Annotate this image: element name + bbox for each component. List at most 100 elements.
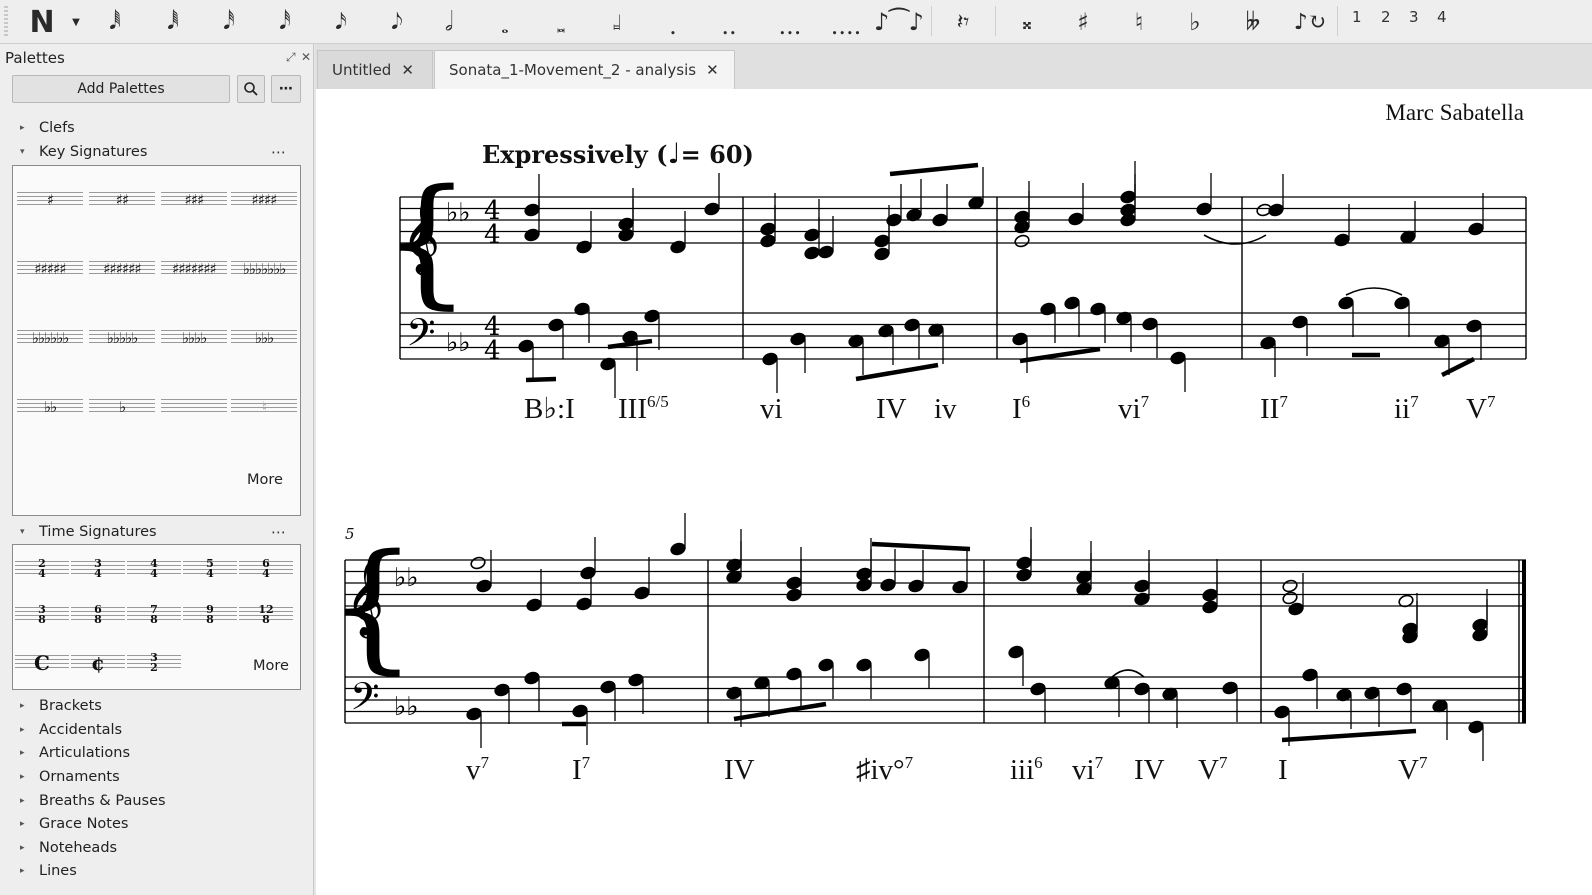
key-signature-cell[interactable]: ♯♯♯♯♯	[17, 239, 83, 299]
voice-4-button[interactable]: 4	[1437, 8, 1447, 26]
time-signature-denominator: 2	[150, 661, 158, 674]
beam	[1440, 356, 1476, 378]
time-signature-cell[interactable]: C	[15, 641, 69, 685]
figured-bass-superscript: 7	[1410, 392, 1419, 411]
palette-noteheads[interactable]: ▸ Noteheads	[20, 837, 117, 859]
double-dot-icon[interactable]: ..	[712, 4, 746, 40]
score-canvas[interactable]: {𝄞 𝄢 ♭♭ ♭♭ 4 4 4 4{𝄞 𝄢 ♭♭ ♭♭ Marc Sabatella Expres…	[316, 89, 1592, 895]
key-signature-cell[interactable]: ♭	[89, 377, 155, 437]
duration-half-icon[interactable]: 𝅗𝅥	[432, 4, 466, 40]
key-signature-cell[interactable]: ♭♭♭♭	[161, 308, 227, 368]
duration-128th-icon[interactable]: 𝅘𝅥𝅰	[268, 4, 302, 40]
duration-512th-icon[interactable]: 𝅘𝅥𝅱	[156, 4, 190, 40]
key-signature-cell[interactable]: ♯♯	[89, 170, 155, 230]
palette-breaths-pauses[interactable]: ▸ Breaths & Pauses	[20, 790, 166, 812]
score-page[interactable]: {𝄞𝄢♭♭♭♭4444{𝄞𝄢♭♭♭♭ Marc Sabatella Expres…	[316, 89, 1592, 895]
palette-lines[interactable]: ▸ Lines	[20, 860, 77, 882]
close-icon[interactable]: ✕	[301, 50, 311, 64]
palette-clefs[interactable]: ▸ Clefs	[20, 117, 75, 139]
voice-1-button[interactable]: 1	[1352, 8, 1362, 26]
notehead	[786, 576, 802, 590]
close-icon[interactable]: ✕	[706, 61, 719, 79]
palette-articulations[interactable]: ▸ Articulations	[20, 742, 130, 764]
key-signature-cell[interactable]: ♯♯♯♯♯♯	[89, 239, 155, 299]
augmentation-dot-icon[interactable]: .	[656, 4, 690, 40]
time-signature-cell[interactable]: 68	[71, 593, 125, 637]
sharp-icon[interactable]: ♯	[1066, 4, 1100, 40]
palette-ornaments[interactable]: ▸ Ornaments	[20, 766, 120, 788]
triple-dot-icon[interactable]: ...	[770, 4, 810, 40]
time-signature-cell[interactable]: 78	[127, 593, 181, 637]
time-signature-cell[interactable]: 44	[127, 547, 181, 591]
palette-menu-button[interactable]: ⋯	[271, 523, 286, 541]
natural-icon[interactable]: ♮	[1122, 4, 1156, 40]
key-signature-cell[interactable]: ♭♭	[17, 377, 83, 437]
voice-3-button[interactable]: 3	[1409, 8, 1419, 26]
tempo-text[interactable]: Expressively (♩= 60)	[482, 137, 754, 170]
time-signatures-more-button[interactable]: More	[253, 658, 289, 674]
key-signature-cell[interactable]: ♭♭♭♭♭♭	[17, 308, 83, 368]
time-signature-cell[interactable]: 24	[15, 547, 69, 591]
voice-2-button[interactable]: 2	[1381, 8, 1391, 26]
duration-breve-icon[interactable]: 𝅜	[544, 4, 578, 40]
palette-brackets[interactable]: ▸ Brackets	[20, 695, 102, 717]
composer-text[interactable]: Marc Sabatella	[1385, 100, 1524, 125]
key-signature-cell[interactable]: ♯♯♯	[161, 170, 227, 230]
roman-numeral-base: iii	[1010, 754, 1034, 786]
duration-whole-icon[interactable]: 𝅝	[488, 4, 522, 40]
tab-untitled[interactable]: Untitled ✕	[317, 50, 433, 89]
toolbar-grip[interactable]	[4, 6, 8, 36]
duration-32nd-icon[interactable]: 𝅘𝅥𝅮	[380, 4, 414, 40]
palette-accidentals[interactable]: ▸ Accidentals	[20, 719, 122, 741]
time-signature-cell[interactable]: 54	[183, 547, 237, 591]
double-sharp-icon[interactable]: 𝄪	[1010, 4, 1044, 40]
notehead	[1142, 317, 1158, 331]
key-signature-cell[interactable]: ♭♭♭♭♭♭♭	[231, 239, 297, 299]
palette-key-signatures[interactable]: ▾ Key Signatures ⋯	[20, 141, 302, 163]
time-signature-cell[interactable]: 64	[239, 547, 293, 591]
roman-numeral: IV	[724, 754, 755, 786]
key-signature-cell[interactable]: ♭♭♭	[231, 308, 297, 368]
key-signature-cell[interactable]: ♯♯♯♯♯♯♯	[161, 239, 227, 299]
palette-grace-notes[interactable]: ▸ Grace Notes	[20, 813, 128, 835]
time-signature-denominator: 8	[94, 613, 102, 626]
key-signatures-more-button[interactable]: More	[247, 472, 283, 488]
palette-time-signatures[interactable]: ▾ Time Signatures ⋯	[20, 521, 302, 543]
tab-sonata-analysis[interactable]: Sonata_1-Movement_2 - analysis ✕	[434, 50, 735, 89]
roman-numeral-base: IV	[1134, 754, 1165, 786]
time-signature-cell[interactable]: 38	[15, 593, 69, 637]
time-signature-cell[interactable]: 32	[127, 641, 181, 685]
rest-icon[interactable]: 𝄽𝄾	[942, 4, 984, 40]
notehead	[1012, 332, 1028, 346]
roman-numeral-base: IV	[724, 754, 755, 786]
quadruple-dot-icon[interactable]: ....	[826, 4, 866, 40]
undock-icon[interactable]: ⤢	[286, 50, 296, 65]
time-signature-cell[interactable]: 12 8	[239, 593, 293, 637]
tie-icon[interactable]: ♪⁀♪	[874, 4, 924, 40]
duration-longa-icon[interactable]: 𝆷	[600, 4, 634, 40]
key-signature-cell[interactable]: ♯	[17, 170, 83, 230]
palette-menu-button[interactable]: ⋯	[271, 143, 286, 161]
time-signature-cell[interactable]: 98	[183, 593, 237, 637]
flat-icon[interactable]: ♭	[1178, 4, 1212, 40]
time-signature-cell[interactable]: 34	[71, 547, 125, 591]
roman-numeral: vi7	[1072, 753, 1104, 786]
close-icon[interactable]: ✕	[401, 61, 414, 79]
palette-options-button[interactable]: ⋯	[271, 75, 301, 103]
chevron-down-icon[interactable]: ▼	[66, 4, 86, 40]
key-signature-cell[interactable]: ♮	[231, 377, 297, 437]
key-signature-cell[interactable]	[161, 377, 227, 437]
key-signature-cell[interactable]: ♭♭♭♭♭	[89, 308, 155, 368]
beam	[855, 362, 939, 382]
time-signature-cell[interactable]: ¢	[71, 641, 125, 685]
duration-64th-icon[interactable]: 𝅘𝅥𝅯	[324, 4, 358, 40]
search-palettes-button[interactable]	[237, 75, 265, 103]
duration-1024th-icon[interactable]: 𝅘𝅥𝅱	[98, 4, 132, 40]
double-flat-icon[interactable]: 𝄫	[1234, 4, 1272, 40]
duration-256th-icon[interactable]: 𝅘𝅥𝅰	[212, 4, 246, 40]
flip-direction-icon[interactable]: ♪↻	[1290, 4, 1330, 40]
add-palettes-button[interactable]: Add Palettes	[12, 75, 230, 103]
roman-numeral-base: V	[1398, 754, 1419, 786]
key-signature-cell[interactable]: ♯♯♯♯	[231, 170, 297, 230]
note-input-mode-button[interactable]: N	[22, 4, 62, 40]
